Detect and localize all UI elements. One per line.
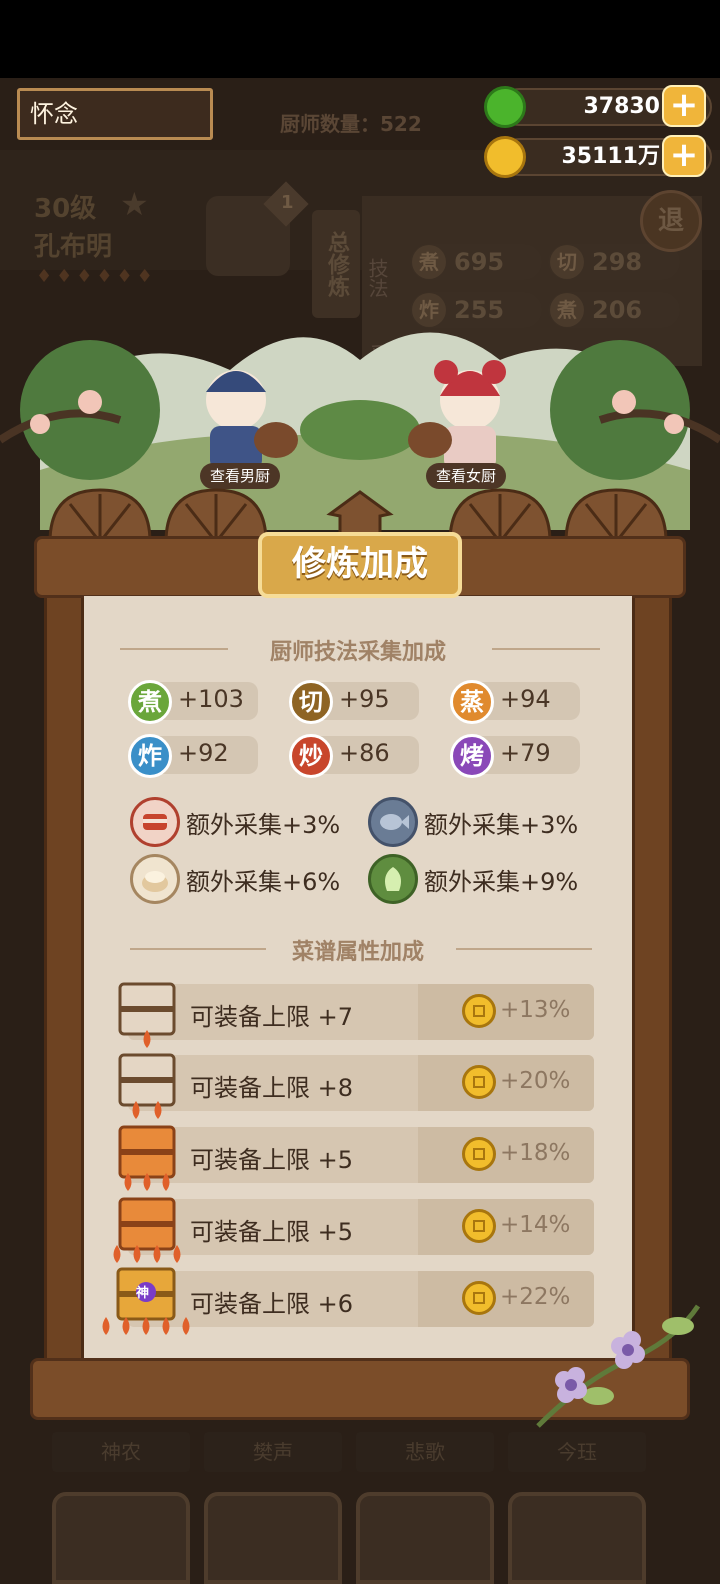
jade-icon bbox=[484, 86, 526, 128]
recipe-scroll-4flame-icon bbox=[113, 1197, 181, 1263]
flour-icon bbox=[130, 854, 180, 904]
coin-icon bbox=[484, 136, 526, 178]
chef-card[interactable] bbox=[508, 1492, 646, 1584]
skill-fry-icon: 炸 bbox=[128, 734, 172, 778]
chef-level: 30级 bbox=[34, 194, 97, 224]
recipe-scroll-3flame-icon bbox=[118, 1125, 176, 1191]
star-icon: ★ bbox=[120, 185, 149, 223]
skill-stirfry-icon: 炒 bbox=[289, 734, 333, 778]
add-coin-button[interactable]: + bbox=[662, 135, 706, 177]
chef-card[interactable] bbox=[52, 1492, 190, 1584]
recipe-scroll-5flame-icon bbox=[102, 1267, 190, 1335]
board-post-left bbox=[44, 590, 84, 1370]
bottom-tab[interactable]: 神农 bbox=[52, 1432, 190, 1472]
player-name-box[interactable]: 怀念 bbox=[17, 88, 213, 140]
coin-icon bbox=[462, 1137, 496, 1171]
section-title-recipe-attributes: 菜谱属性加成 bbox=[291, 940, 424, 965]
flower-decoration bbox=[536, 1304, 701, 1428]
bottom-tab[interactable]: 悲歌 bbox=[356, 1432, 494, 1472]
flame-rating-icons: ♦♦♦♦♦♦ bbox=[36, 266, 157, 287]
badge-count: 1 bbox=[281, 192, 294, 213]
status-bar-area bbox=[0, 0, 720, 78]
meat-icon bbox=[130, 797, 180, 847]
skill-steam-icon: 蒸 bbox=[450, 680, 494, 724]
skill-cut-icon: 切 bbox=[289, 680, 333, 724]
coin-icon bbox=[462, 994, 496, 1028]
recipe-bonus-row: 可装备上限 +7 +13% bbox=[128, 984, 594, 1040]
recipe-bonus-row: 可装备上限 +5 +18% bbox=[128, 1127, 594, 1183]
add-jade-button[interactable]: + bbox=[662, 85, 706, 127]
coin-amount: 35111万 bbox=[561, 144, 660, 169]
section-title-skill-collection: 厨师技法采集加成 bbox=[269, 640, 446, 665]
recipe-bonus-row: 可装备上限 +5 +14% bbox=[128, 1199, 594, 1255]
bg-skill-label: 技法 bbox=[365, 258, 389, 298]
panel-title: 修炼加成 bbox=[258, 532, 462, 598]
jade-amount: 37830 bbox=[583, 94, 660, 119]
recipe-bonus-row: 可装备上限 +6 +22% bbox=[128, 1271, 594, 1327]
fish-icon bbox=[368, 797, 418, 847]
recipe-scroll-1flame-icon bbox=[118, 982, 176, 1048]
bg-skill-chip: 煮 695 bbox=[410, 244, 542, 280]
board-post-right bbox=[632, 590, 672, 1370]
vegetable-icon bbox=[368, 854, 418, 904]
skill-roast-icon: 烤 bbox=[450, 734, 494, 778]
bottom-tab[interactable]: 今珏 bbox=[508, 1432, 646, 1472]
chef-card[interactable] bbox=[356, 1492, 494, 1584]
coin-icon bbox=[462, 1065, 496, 1099]
god-badge-label: 神 bbox=[136, 1286, 150, 1301]
skill-boil-icon: 煮 bbox=[128, 680, 172, 724]
coin-icon bbox=[462, 1209, 496, 1243]
exit-button[interactable]: 退 bbox=[640, 190, 702, 252]
recipe-scroll-2flame-icon bbox=[118, 1053, 176, 1119]
chef-name: 孔布明 bbox=[34, 232, 113, 262]
coin-icon bbox=[462, 1281, 496, 1315]
recipe-bonus-row: 可装备上限 +8 +20% bbox=[128, 1055, 594, 1111]
bottom-tab[interactable]: 樊声 bbox=[204, 1432, 342, 1472]
chef-card[interactable] bbox=[204, 1492, 342, 1584]
chef-count-label: 厨师数量：522 bbox=[280, 112, 422, 136]
